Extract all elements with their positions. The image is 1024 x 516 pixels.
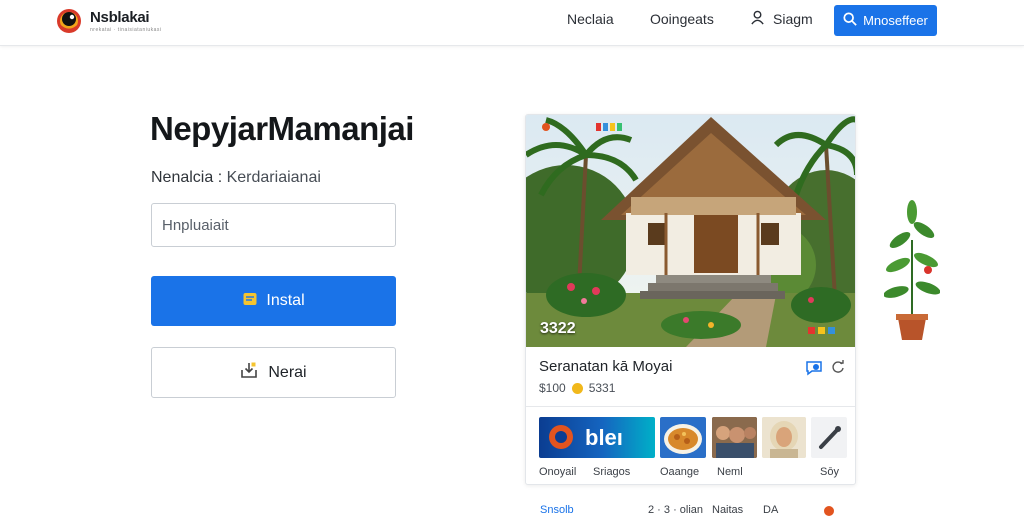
listing-card[interactable]: 3322 Seranatan kā Moyai $100 5331 bleı O… (525, 114, 856, 485)
page-subtitle: Nenalcia : Kerdariaianai (151, 169, 321, 187)
brand-logo[interactable]: Nsblakai nrekatai · tinaisiataniukasi (54, 5, 161, 35)
main-text-input[interactable] (151, 203, 396, 247)
signin-label: Siagm (773, 11, 813, 27)
photo-badge-icon (542, 123, 550, 131)
brand-logo-text: Nsblakai (90, 8, 150, 26)
below-link-3[interactable]: Naitas (712, 504, 743, 516)
thumb-4[interactable] (762, 417, 806, 458)
coin-icon (571, 382, 583, 394)
signin-link[interactable]: Siagm (750, 10, 813, 28)
subtitle-value: Kerdariaianai (226, 169, 321, 186)
subtitle-prefix: Nenalcia : (151, 169, 223, 186)
photo-tag: 3322 (540, 320, 576, 337)
card-meta: $100 5331 (539, 381, 615, 395)
card-title[interactable]: Seranatan kā Moyai (539, 358, 672, 375)
thumb-4-label: Neml (717, 466, 743, 478)
search-cta-label: Mnoseffeer (863, 13, 928, 28)
potted-plant-image (883, 200, 941, 342)
thumb-2[interactable] (660, 417, 706, 458)
brand-logo-subtext: nrekatai · tinaisiataniukasi (90, 27, 162, 33)
card-price: $100 (539, 381, 566, 395)
photo-color-dots-icon (808, 327, 835, 334)
secondary-button-label: Nerai (268, 363, 307, 381)
card-divider (526, 406, 855, 407)
install-button-label: Instal (266, 292, 305, 309)
thumb-5[interactable] (811, 417, 847, 458)
search-cta-button[interactable]: Mnoseffeer (834, 5, 937, 36)
thumb-3[interactable] (712, 417, 757, 458)
below-link-2[interactable]: 2 · 3 · olian (648, 504, 703, 516)
nav-link-1[interactable]: Neclaia (567, 11, 614, 27)
house-photo[interactable]: 3322 (526, 115, 855, 347)
refresh-icon[interactable] (831, 360, 845, 381)
top-navigation-bar: Nsblakai nrekatai · tinaisiataniukasi Ne… (0, 0, 1024, 46)
install-button[interactable]: Instal (151, 276, 396, 326)
below-link-4[interactable]: DA (763, 504, 778, 516)
thumb-5-label: Sōy (820, 466, 839, 478)
secondary-button[interactable]: Nerai (151, 347, 396, 398)
thumb-2-label: Sriagos (593, 466, 631, 478)
chat-icon[interactable] (805, 360, 823, 381)
below-link-1[interactable]: Snsolb (540, 504, 574, 516)
thumb-1-label: Onoyail (539, 466, 577, 478)
user-icon (750, 10, 765, 28)
photo-flags-icon (596, 123, 622, 131)
install-icon (242, 291, 258, 312)
card-rating: 5331 (588, 381, 616, 395)
page-title: NepyjarMamanjai (150, 110, 414, 147)
download-icon (240, 361, 258, 384)
thumb-3-label: Oaange (660, 466, 700, 478)
thumb-1-text: bleı (585, 425, 623, 450)
search-icon (843, 12, 857, 29)
below-dot-icon (824, 506, 834, 516)
nav-link-2[interactable]: Ooingeats (650, 11, 714, 27)
card-actions (805, 360, 845, 381)
thumb-1[interactable]: bleı (539, 417, 655, 458)
brand-logo-icon (54, 5, 84, 35)
